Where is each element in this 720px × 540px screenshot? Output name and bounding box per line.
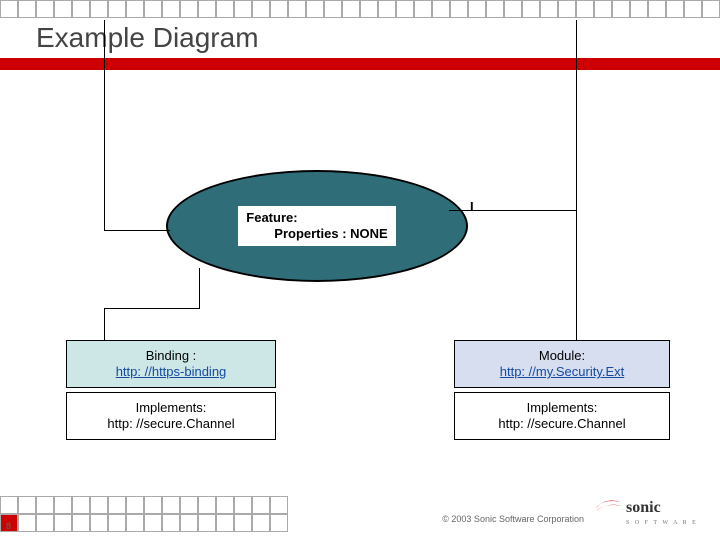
slide: for(let i=0;i<40;i++)document.write('<di… xyxy=(0,0,720,540)
module-label: Module: xyxy=(539,348,585,364)
feature-ellipse: Feature: Properties : NONE xyxy=(166,170,468,282)
svg-text:S O F T W A R E: S O F T W A R E xyxy=(626,520,698,526)
connector xyxy=(104,20,105,230)
connector xyxy=(104,308,105,340)
copyright: © 2003 Sonic Software Corporation xyxy=(442,514,584,524)
slide-title: Example Diagram xyxy=(36,22,259,54)
feature-caption: Feature: Properties : NONE xyxy=(238,206,395,247)
page-number: 8 xyxy=(6,521,11,531)
implements-right-uri: http: //secure.Channel xyxy=(498,416,625,432)
module-box: Module: http: //my.Security.Ext xyxy=(454,340,670,388)
implements-left-box: Implements: http: //secure.Channel xyxy=(66,392,276,440)
connector xyxy=(576,20,577,210)
connector xyxy=(104,308,200,309)
feature-line2: Properties : NONE xyxy=(246,226,387,242)
implements-left-label: Implements: xyxy=(136,400,207,416)
binding-uri[interactable]: http: //https-binding xyxy=(116,364,227,380)
connector xyxy=(199,268,200,308)
binding-label: Binding : xyxy=(146,348,197,364)
connector xyxy=(576,210,577,340)
module-uri[interactable]: http: //my.Security.Ext xyxy=(500,364,625,380)
feature-note: I xyxy=(470,199,474,214)
title-red-bar xyxy=(0,58,720,70)
implements-left-uri: http: //secure.Channel xyxy=(107,416,234,432)
decor-bottom-squares-row2: for(let i=0;i<16;i++)document.write('<di… xyxy=(0,514,300,532)
implements-right-label: Implements: xyxy=(527,400,598,416)
feature-line1: Feature: xyxy=(246,210,387,226)
brand-logo: sonic S O F T W A R E xyxy=(592,494,702,528)
svg-text:sonic: sonic xyxy=(626,499,661,516)
decor-bottom-squares-row1: for(let i=0;i<16;i++)document.write('<di… xyxy=(0,496,300,514)
binding-box: Binding : http: //https-binding xyxy=(66,340,276,388)
implements-right-box: Implements: http: //secure.Channel xyxy=(454,392,670,440)
connector xyxy=(449,210,577,211)
connector xyxy=(104,230,170,231)
decor-top-squares: for(let i=0;i<40;i++)document.write('<di… xyxy=(0,0,720,18)
